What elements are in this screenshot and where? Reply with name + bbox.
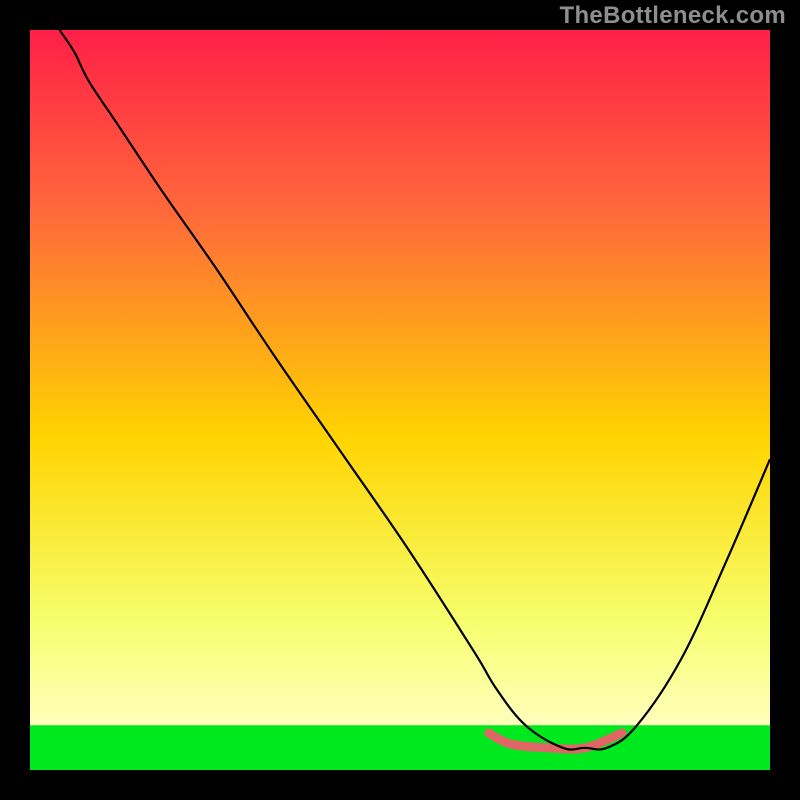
watermark-label: TheBottleneck.com [560, 2, 786, 30]
plot-area [30, 30, 770, 770]
green-bottom-band [30, 726, 770, 770]
chart-frame: TheBottleneck.com [0, 0, 800, 800]
bottleneck-chart-svg [30, 30, 770, 770]
gradient-background [30, 30, 770, 770]
